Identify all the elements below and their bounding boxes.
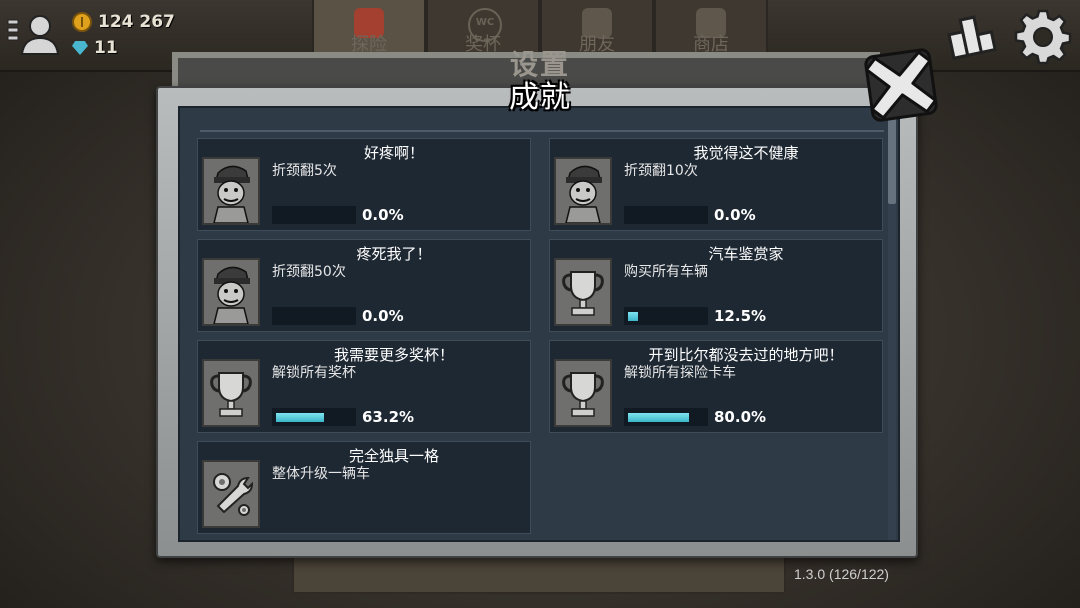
achievement-card: 我觉得这不健康 折颈翻10次 0.0%	[549, 138, 883, 231]
progress-bar	[624, 408, 708, 426]
progress-percent: 0.0%	[714, 206, 756, 224]
wrench-gear-icon	[204, 462, 258, 526]
cup-badge-label: WC	[475, 17, 495, 28]
driver-portrait-icon	[204, 260, 258, 324]
list-divider	[200, 130, 884, 132]
achievement-desc: 解锁所有奖杯	[272, 365, 356, 381]
achievement-icon-frame	[202, 359, 260, 427]
achievement-desc: 整体升级一辆车	[272, 466, 370, 482]
trophy-icon	[204, 361, 258, 425]
progress-percent: 0.0%	[362, 307, 404, 325]
progress-bar	[624, 307, 708, 325]
progress-percent: 0.0%	[362, 206, 404, 224]
coin-icon	[72, 12, 92, 32]
achievement-desc: 折颈翻50次	[272, 264, 346, 280]
achievement-desc: 折颈翻10次	[624, 163, 698, 179]
trophy-icon	[556, 260, 610, 324]
achievement-icon-frame	[202, 258, 260, 326]
achievement-card: 我需要更多奖杯！ 解锁所有奖杯 63.2%	[197, 340, 531, 433]
achievement-icon-frame	[554, 157, 612, 225]
achievement-icon-frame	[202, 157, 260, 225]
progress-bar	[272, 408, 356, 426]
achievement-desc: 解锁所有探险卡车	[624, 365, 736, 381]
achievement-icon-frame	[554, 359, 612, 427]
coin-count: 124 267	[98, 12, 175, 32]
progress-bar-fill	[628, 413, 689, 422]
achievement-desc: 购买所有车辆	[624, 264, 708, 280]
progress-bar	[272, 206, 356, 224]
achievement-card: 疼死我了！ 折颈翻50次 0.0%	[197, 239, 531, 332]
progress-bar-fill	[276, 413, 324, 422]
achievement-card: 好疼啊！ 折颈翻5次 0.0%	[197, 138, 531, 231]
progress-percent: 80.0%	[714, 408, 767, 426]
driver-portrait-icon	[556, 159, 610, 223]
achievement-card: 完全独具一格 整体升级一辆车	[197, 441, 531, 534]
achievement-card: 开到比尔都没去过的地方吧！ 解锁所有探险卡车 80.0%	[549, 340, 883, 433]
close-button[interactable]	[860, 40, 942, 126]
close-icon	[864, 48, 938, 122]
coin-counter: 124 267	[72, 12, 175, 32]
achievement-card: 汽车鉴赏家 购买所有车辆 12.5%	[549, 239, 883, 332]
background-box	[292, 556, 786, 594]
achievement-icon-frame	[202, 460, 260, 528]
progress-percent: 63.2%	[362, 408, 415, 426]
progress-bar	[624, 206, 708, 224]
driver-portrait-icon	[204, 159, 258, 223]
achievement-desc: 折颈翻5次	[272, 163, 337, 179]
achievement-icon-frame	[554, 258, 612, 326]
progress-bar	[272, 307, 356, 325]
progress-bar-fill	[628, 312, 638, 321]
trophy-icon	[556, 361, 610, 425]
progress-percent: 12.5%	[714, 307, 767, 325]
version-label: 1.3.0 (126/122)	[794, 566, 889, 582]
